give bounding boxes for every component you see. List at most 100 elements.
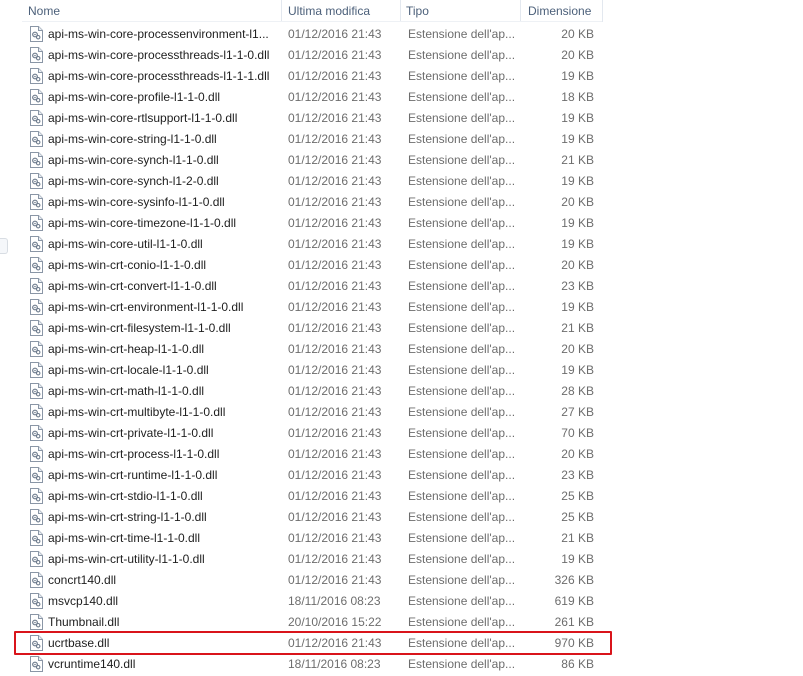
file-name: api-ms-win-core-synch-l1-2-0.dll <box>48 174 219 188</box>
column-header-size[interactable]: Dimensione <box>522 0 602 22</box>
file-row[interactable]: api-ms-win-core-rtlsupport-l1-1-0.dll 01/… <box>22 108 602 129</box>
file-size: 619 KB <box>554 594 594 608</box>
dll-file-icon <box>30 656 43 672</box>
file-row[interactable]: api-ms-win-crt-conio-l1-1-0.dll 01/12/201… <box>22 255 602 276</box>
file-name: api-ms-win-core-sysinfo-l1-1-0.dll <box>48 195 225 209</box>
file-type: Estensione dell'ap... <box>408 426 516 440</box>
file-row[interactable]: api-ms-win-crt-math-l1-1-0.dll 01/12/2016… <box>22 381 602 402</box>
column-header-bar: Nome Ultima modifica Tipo Dimensione <box>0 0 803 22</box>
file-modified-date: 01/12/2016 21:43 <box>288 216 382 230</box>
file-row[interactable]: api-ms-win-crt-filesystem-l1-1-0.dll 01/1… <box>22 318 602 339</box>
file-modified-date: 01/12/2016 21:43 <box>288 195 382 209</box>
file-row[interactable]: api-ms-win-core-synch-l1-1-0.dll 01/12/20… <box>22 150 602 171</box>
file-row[interactable]: api-ms-win-core-util-l1-1-0.dll 01/12/201… <box>22 234 602 255</box>
file-size: 86 KB <box>561 657 594 671</box>
file-type: Estensione dell'ap... <box>408 489 516 503</box>
file-modified-date: 01/12/2016 21:43 <box>288 27 382 41</box>
file-size: 19 KB <box>561 237 594 251</box>
column-header-date[interactable]: Ultima modifica <box>282 0 398 22</box>
file-row[interactable]: api-ms-win-crt-runtime-l1-1-0.dll 01/12/2… <box>22 465 602 486</box>
file-row[interactable]: msvcp140.dll 18/11/2016 08:23 Estensione d… <box>22 591 602 612</box>
file-name: api-ms-win-core-string-l1-1-0.dll <box>48 132 217 146</box>
dll-file-icon <box>30 614 43 630</box>
file-row[interactable]: api-ms-win-core-string-l1-1-0.dll 01/12/2… <box>22 129 602 150</box>
column-header-name[interactable]: Nome <box>22 0 280 22</box>
file-row[interactable]: api-ms-win-core-synch-l1-2-0.dll 01/12/20… <box>22 171 602 192</box>
file-row[interactable]: api-ms-win-core-processenvironment-l1...… <box>22 24 602 45</box>
file-type: Estensione dell'ap... <box>408 258 516 272</box>
dll-file-icon <box>30 446 43 462</box>
file-row[interactable]: api-ms-win-crt-utility-l1-1-0.dll 01/12/2… <box>22 549 602 570</box>
file-type: Estensione dell'ap... <box>408 468 516 482</box>
file-modified-date: 01/12/2016 21:43 <box>288 510 382 524</box>
file-name: api-ms-win-core-profile-l1-1-0.dll <box>48 90 221 104</box>
file-size: 326 KB <box>554 573 594 587</box>
file-type: Estensione dell'ap... <box>408 216 516 230</box>
splitter-handle[interactable] <box>0 238 8 254</box>
file-type: Estensione dell'ap... <box>408 657 516 671</box>
file-size: 25 KB <box>561 510 594 524</box>
file-row[interactable]: api-ms-win-core-processthreads-l1-1-0.dl… <box>22 45 602 66</box>
file-modified-date: 01/12/2016 21:43 <box>288 384 382 398</box>
file-type: Estensione dell'ap... <box>408 384 516 398</box>
file-type: Estensione dell'ap... <box>408 90 516 104</box>
column-divider[interactable] <box>602 0 603 22</box>
file-size: 20 KB <box>561 195 594 209</box>
file-row[interactable]: api-ms-win-crt-time-l1-1-0.dll 01/12/2016… <box>22 528 602 549</box>
file-name: api-ms-win-crt-math-l1-1-0.dll <box>48 384 205 398</box>
file-modified-date: 01/12/2016 21:43 <box>288 573 382 587</box>
dll-file-icon <box>30 425 43 441</box>
file-name: api-ms-win-core-processthreads-l1-1-0.dl… <box>48 48 270 62</box>
file-type: Estensione dell'ap... <box>408 174 516 188</box>
header-divider <box>22 21 602 22</box>
file-name: api-ms-win-crt-stdio-l1-1-0.dll <box>48 489 203 503</box>
file-size: 20 KB <box>561 48 594 62</box>
dll-file-icon <box>30 593 43 609</box>
file-name: api-ms-win-crt-private-l1-1-0.dll <box>48 426 214 440</box>
file-type: Estensione dell'ap... <box>408 342 516 356</box>
file-modified-date: 01/12/2016 21:43 <box>288 552 382 566</box>
file-row[interactable]: Thumbnail.dll 20/10/2016 15:22 Estensione … <box>22 612 602 633</box>
file-size: 20 KB <box>561 342 594 356</box>
file-modified-date: 01/12/2016 21:43 <box>288 405 382 419</box>
file-name: api-ms-win-crt-string-l1-1-0.dll <box>48 510 207 524</box>
file-row[interactable]: api-ms-win-crt-environment-l1-1-0.dll 01/… <box>22 297 602 318</box>
file-size: 19 KB <box>561 300 594 314</box>
file-row[interactable]: api-ms-win-crt-locale-l1-1-0.dll 01/12/20… <box>22 360 602 381</box>
file-type: Estensione dell'ap... <box>408 594 516 608</box>
file-modified-date: 01/12/2016 21:43 <box>288 447 382 461</box>
dll-file-icon <box>30 362 43 378</box>
file-type: Estensione dell'ap... <box>408 300 516 314</box>
file-row[interactable]: api-ms-win-crt-convert-l1-1-0.dll 01/12/2… <box>22 276 602 297</box>
file-modified-date: 01/12/2016 21:43 <box>288 279 382 293</box>
file-row[interactable]: api-ms-win-core-processthreads-l1-1-1.dl… <box>22 66 602 87</box>
file-type: Estensione dell'ap... <box>408 48 516 62</box>
file-row[interactable]: vcruntime140.dll 18/11/2016 08:23 Estensio… <box>22 654 602 675</box>
file-row[interactable]: api-ms-win-crt-private-l1-1-0.dll 01/12/2… <box>22 423 602 444</box>
dll-file-icon <box>30 194 43 210</box>
file-name: api-ms-win-crt-runtime-l1-1-0.dll <box>48 468 218 482</box>
column-divider[interactable] <box>520 0 521 22</box>
file-row[interactable]: api-ms-win-crt-process-l1-1-0.dll 01/12/2… <box>22 444 602 465</box>
file-row[interactable]: api-ms-win-core-profile-l1-1-0.dll 01/12/… <box>22 87 602 108</box>
file-name: vcruntime140.dll <box>48 657 136 671</box>
file-row[interactable]: api-ms-win-crt-stdio-l1-1-0.dll 01/12/201… <box>22 486 602 507</box>
file-type: Estensione dell'ap... <box>408 195 516 209</box>
file-row[interactable]: api-ms-win-core-timezone-l1-1-0.dll 01/12… <box>22 213 602 234</box>
file-name: msvcp140.dll <box>48 594 119 608</box>
file-row[interactable]: api-ms-win-crt-multibyte-l1-1-0.dll 01/12… <box>22 402 602 423</box>
file-size: 20 KB <box>561 27 594 41</box>
column-header-type[interactable]: Tipo <box>400 0 518 22</box>
file-name: api-ms-win-crt-multibyte-l1-1-0.dll <box>48 405 226 419</box>
dll-file-icon <box>30 551 43 567</box>
file-size: 19 KB <box>561 216 594 230</box>
file-row[interactable]: api-ms-win-crt-heap-l1-1-0.dll 01/12/2016… <box>22 339 602 360</box>
file-type: Estensione dell'ap... <box>408 111 516 125</box>
file-row[interactable]: api-ms-win-core-sysinfo-l1-1-0.dll 01/12/… <box>22 192 602 213</box>
file-row[interactable]: api-ms-win-crt-string-l1-1-0.dll 01/12/20… <box>22 507 602 528</box>
file-modified-date: 01/12/2016 21:43 <box>288 489 382 503</box>
file-size: 19 KB <box>561 132 594 146</box>
file-name: Thumbnail.dll <box>48 615 120 629</box>
file-size: 19 KB <box>561 552 594 566</box>
file-row[interactable]: concrt140.dll 01/12/2016 21:43 Estensione … <box>22 570 602 591</box>
